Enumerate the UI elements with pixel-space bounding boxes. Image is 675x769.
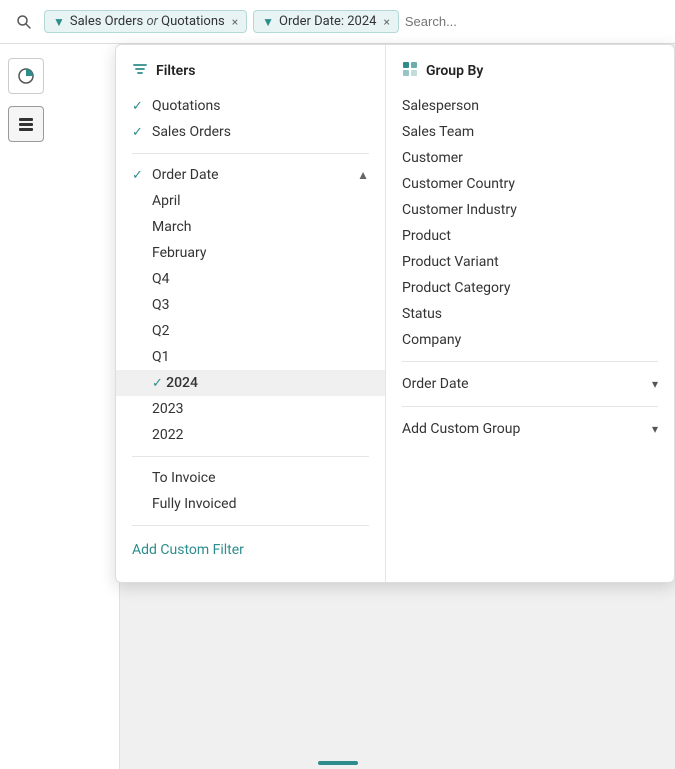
list-view-btn[interactable]: [8, 106, 44, 142]
sales-orders-label: Sales Orders: [152, 124, 231, 140]
groupby-column: Group By Salesperson Sales Team Customer…: [386, 45, 674, 582]
groupby-customer-country[interactable]: Customer Country: [386, 171, 674, 197]
groupby-order-date-arrow: ▾: [652, 377, 658, 391]
groupby-product-variant[interactable]: Product Variant: [386, 249, 674, 275]
order-date-label: Order Date: [152, 167, 219, 183]
groupby-header: Group By: [386, 61, 674, 93]
groupby-customer-industry[interactable]: Customer Industry: [386, 197, 674, 223]
add-custom-filter[interactable]: Add Custom Filter: [116, 534, 385, 566]
filter-tag-sales-text: Sales Orders or Quotations: [70, 14, 225, 29]
add-custom-group-arrow: ▾: [652, 422, 658, 436]
scroll-indicator: [318, 761, 358, 765]
dropdown-panel: Filters ✓ Quotations ✓ Sales Orders ✓ Or…: [115, 44, 675, 583]
filter-april[interactable]: April: [116, 188, 385, 214]
filters-column: Filters ✓ Quotations ✓ Sales Orders ✓ Or…: [116, 45, 386, 582]
order-date-header[interactable]: ✓ Order Date ▲: [116, 162, 385, 188]
add-custom-group-label: Add Custom Group: [402, 421, 520, 437]
groupby-product-category[interactable]: Product Category: [386, 275, 674, 301]
filter-fully-invoiced[interactable]: ✓ Fully Invoiced: [116, 491, 385, 517]
filter-tag-date[interactable]: ▼ Order Date: 2024 ×: [253, 10, 399, 33]
left-panel: [0, 44, 120, 769]
groupby-status[interactable]: Status: [386, 301, 674, 327]
filter-march[interactable]: March: [116, 214, 385, 240]
sales-orders-check: ✓: [132, 125, 146, 140]
groupby-header-icon: [402, 61, 418, 81]
search-icon[interactable]: [10, 8, 38, 36]
divider-3: [132, 525, 369, 526]
add-custom-group[interactable]: Add Custom Group ▾: [386, 415, 674, 443]
filter-tag-sales-close[interactable]: ×: [232, 15, 238, 29]
filter-q3[interactable]: Q3: [116, 292, 385, 318]
filter-sales-orders[interactable]: ✓ Sales Orders: [116, 119, 385, 145]
divider-1: [132, 153, 369, 154]
groupby-divider-1: [402, 361, 658, 362]
groupby-customer[interactable]: Customer: [386, 145, 674, 171]
groupby-product[interactable]: Product: [386, 223, 674, 249]
filter-tag-date-text: Order Date: 2024: [279, 14, 376, 29]
groupby-salesperson[interactable]: Salesperson: [386, 93, 674, 119]
filter-q2[interactable]: Q2: [116, 318, 385, 344]
filters-title: Filters: [156, 63, 195, 79]
search-bar: ▼ Sales Orders or Quotations × ▼ Order D…: [0, 0, 675, 44]
groupby-divider-2: [402, 406, 658, 407]
filters-header: Filters: [116, 61, 385, 93]
groupby-sales-team[interactable]: Sales Team: [386, 119, 674, 145]
filter-icon-2: ▼: [262, 15, 274, 29]
filter-q1[interactable]: Q1: [116, 344, 385, 370]
main-content: Filters ✓ Quotations ✓ Sales Orders ✓ Or…: [0, 44, 675, 769]
groupby-order-date[interactable]: Order Date ▾: [386, 370, 674, 398]
groupby-title: Group By: [426, 63, 483, 79]
quotations-label: Quotations: [152, 98, 220, 114]
filter-q4[interactable]: Q4: [116, 266, 385, 292]
filter-2022[interactable]: 2022: [116, 422, 385, 448]
filters-header-icon: [132, 61, 148, 81]
filter-february[interactable]: February: [116, 240, 385, 266]
groupby-order-date-label: Order Date: [402, 376, 469, 392]
filter-2023[interactable]: 2023: [116, 396, 385, 422]
quotations-check: ✓: [132, 99, 146, 114]
filter-2024[interactable]: 2024: [116, 370, 385, 396]
order-date-caret: ▲: [357, 168, 369, 182]
groupby-company[interactable]: Company: [386, 327, 674, 353]
order-date-check: ✓: [132, 168, 146, 183]
filter-icon-1: ▼: [53, 15, 65, 29]
chart-view-btn[interactable]: [8, 58, 44, 94]
filter-tag-sales[interactable]: ▼ Sales Orders or Quotations ×: [44, 10, 247, 33]
fully-invoiced-label: Fully Invoiced: [152, 496, 236, 512]
filter-to-invoice[interactable]: ✓ To Invoice: [116, 465, 385, 491]
to-invoice-label: To Invoice: [152, 470, 216, 486]
filter-quotations[interactable]: ✓ Quotations: [116, 93, 385, 119]
filter-tag-date-close[interactable]: ×: [383, 15, 389, 29]
order-date-left: ✓ Order Date: [132, 167, 219, 183]
search-input[interactable]: [405, 14, 665, 29]
divider-2: [132, 456, 369, 457]
